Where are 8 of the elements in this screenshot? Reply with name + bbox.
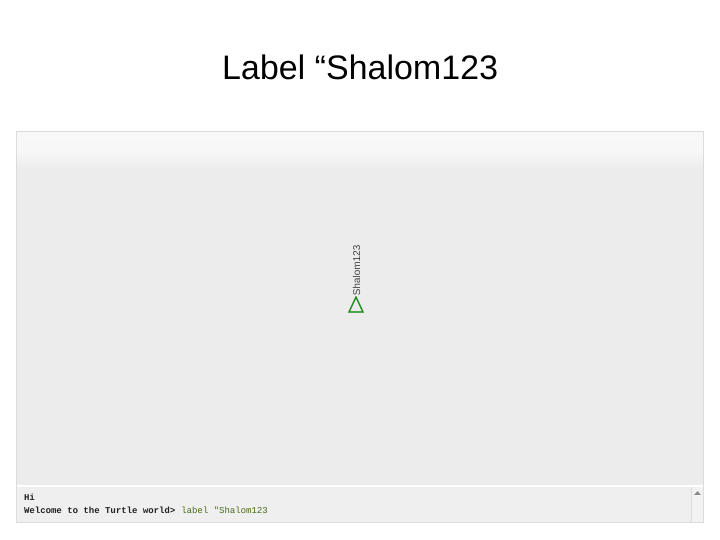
slide-title: Label “Shalom123 bbox=[222, 48, 498, 89]
turtle-label: Shalom123 bbox=[353, 244, 363, 296]
console-prompt: Welcome to the Turtle world> bbox=[24, 505, 176, 518]
turtle-icon bbox=[348, 296, 364, 313]
console-output: Hi bbox=[24, 492, 35, 505]
console-input[interactable]: label "Shalom123 bbox=[181, 505, 268, 518]
caret-icon[interactable] bbox=[694, 491, 701, 495]
scrollbar[interactable] bbox=[691, 487, 703, 522]
